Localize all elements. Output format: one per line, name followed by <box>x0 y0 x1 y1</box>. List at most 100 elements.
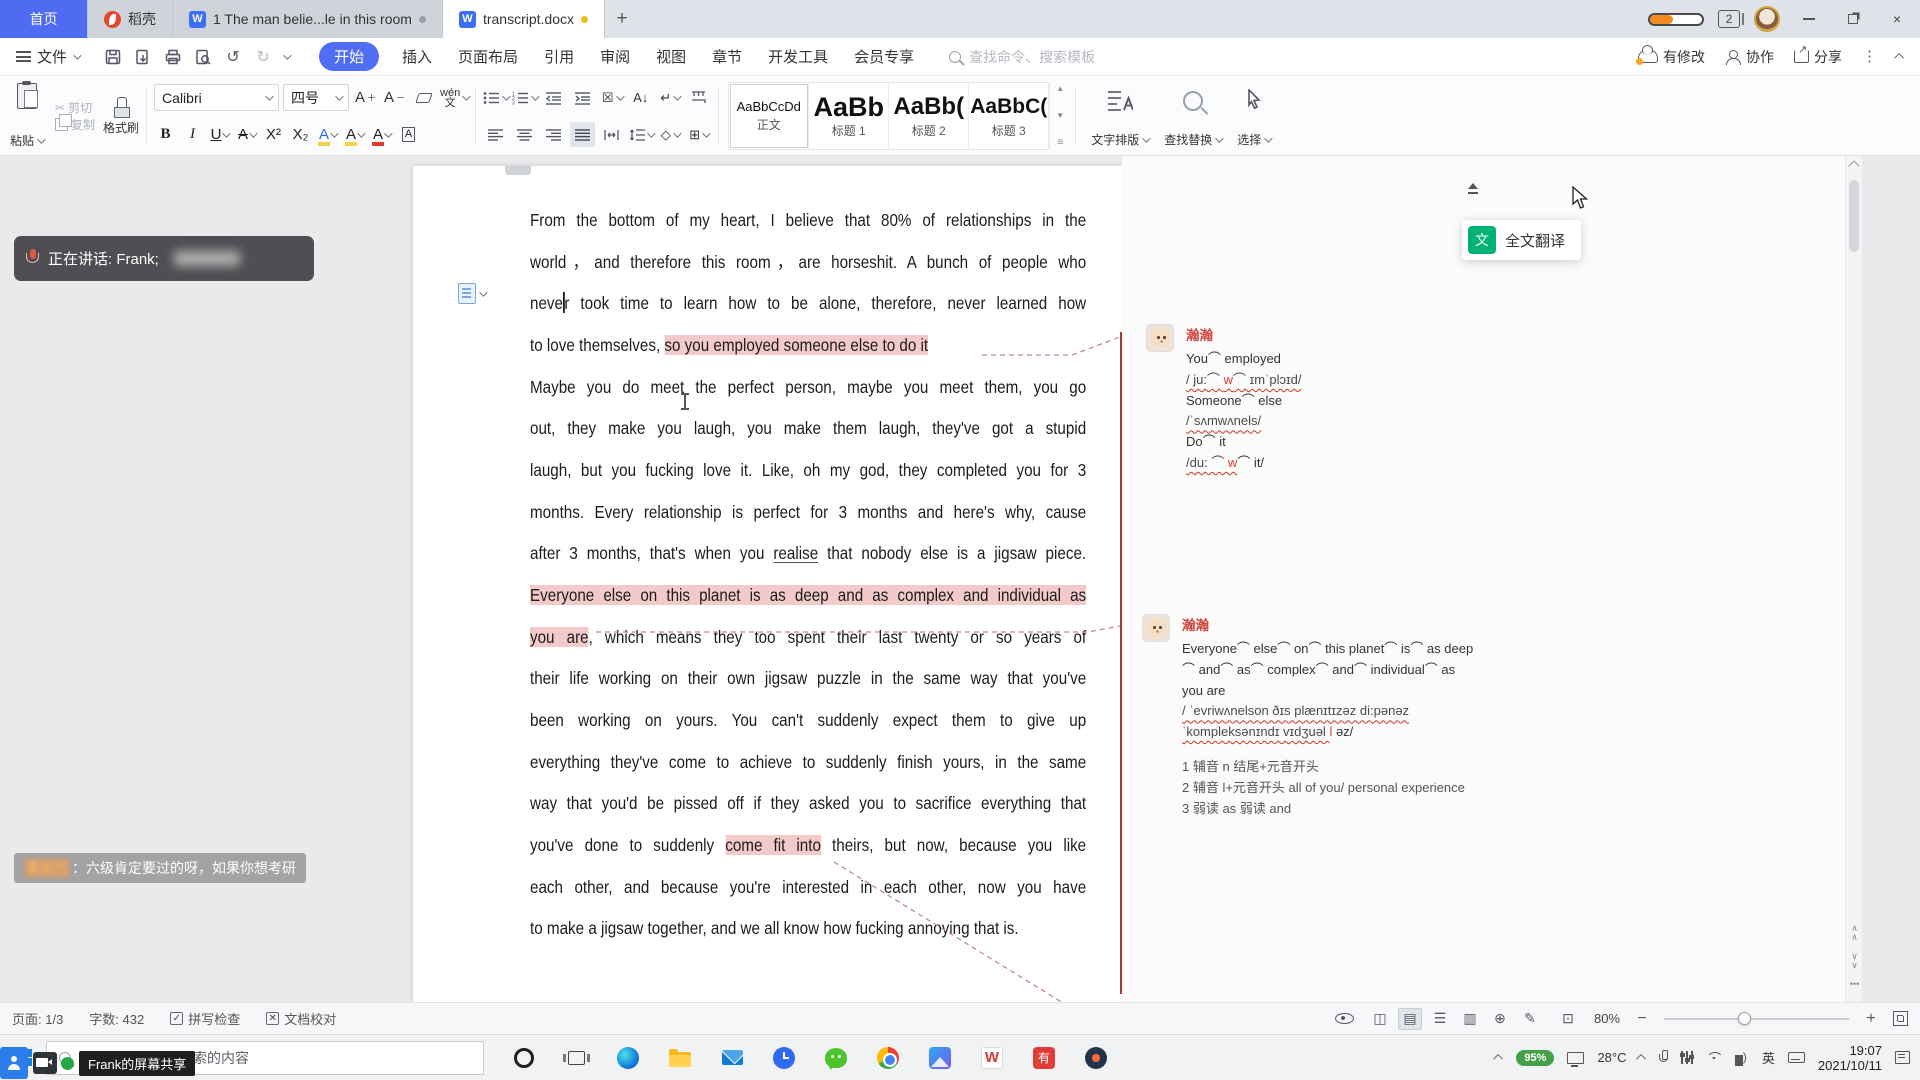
document-line[interactable]: each other, and because you're intereste… <box>530 867 1086 909</box>
taskbar-app-mail[interactable] <box>706 1035 758 1080</box>
pinyin-guide-button[interactable]: wén文 <box>440 85 468 110</box>
battery-indicator[interactable]: 95% <box>1516 1050 1554 1066</box>
outline-view-icon[interactable]: ☰ <box>1428 1008 1452 1030</box>
document-line[interactable]: Maybe you do meet the perfect person, ma… <box>530 367 1086 409</box>
decrease-indent-button[interactable] <box>541 85 566 110</box>
style-scroll-down-icon[interactable]: ▼ <box>1056 111 1064 120</box>
bullet-list-button[interactable] <box>483 85 508 110</box>
taskbar-app-edge[interactable] <box>602 1035 654 1080</box>
undo-icon[interactable]: ↺ <box>223 47 243 67</box>
taskbar-app-file-explorer[interactable] <box>654 1035 706 1080</box>
print-icon[interactable] <box>163 47 183 67</box>
command-search[interactable]: 查找命令、搜索模板 <box>949 47 1095 67</box>
select-tool[interactable]: 选择 <box>1229 81 1278 151</box>
collapse-ribbon-icon[interactable] <box>1894 53 1904 63</box>
scroll-up-icon[interactable] <box>1848 160 1859 171</box>
tab-doc-3[interactable]: Wtranscript.docx <box>443 0 605 38</box>
toolbox-view-icon[interactable]: ⊕ <box>1488 1008 1512 1030</box>
audio-mixer-icon[interactable] <box>1681 1051 1692 1065</box>
tray-expand-icon[interactable] <box>1494 1054 1504 1064</box>
document-line[interactable]: From the bottom of my heart, I believe t… <box>530 200 1086 242</box>
asian-layout-button[interactable]: ☒ <box>599 85 624 110</box>
tab-home-0[interactable]: 首页 <box>0 0 88 38</box>
shading-button[interactable]: ◇ <box>657 122 682 147</box>
taskbar-app-task-view[interactable] <box>550 1035 602 1080</box>
character-border-button[interactable]: A <box>397 123 420 147</box>
align-justify-button[interactable] <box>570 122 595 147</box>
previous-page-button[interactable]: ∧∧ <box>1849 924 1860 942</box>
tab-doc-2[interactable]: W1 The man belie...le in this room <box>173 0 443 38</box>
font-color-button[interactable]: A <box>370 123 393 147</box>
taskbar-app-gallery[interactable] <box>914 1035 966 1080</box>
format-painter-button[interactable]: 格式刷 <box>103 95 139 138</box>
italic-button[interactable]: I <box>181 123 204 147</box>
document-text[interactable]: From the bottom of my heart, I believe t… <box>530 200 1086 950</box>
document-line[interactable]: their life working on their own jigsaw p… <box>530 658 1086 700</box>
annotate-view-icon[interactable]: ✎ <box>1518 1008 1542 1030</box>
menu-tab-审阅[interactable]: 审阅 <box>600 46 630 67</box>
taskbar-app-red-app[interactable]: 有 <box>1018 1035 1070 1080</box>
minimize-button[interactable] <box>1794 6 1824 32</box>
read-mode-icon[interactable]: ◫ <box>1368 1008 1392 1030</box>
text-effects-button[interactable]: A <box>316 123 339 147</box>
sort-button[interactable]: A↓ <box>628 85 653 110</box>
style-正文[interactable]: AaBbCcDd正文 <box>729 83 809 149</box>
proofread-toggle[interactable]: ✕文档校对 <box>266 1009 336 1028</box>
file-menu-button[interactable]: 文件 <box>10 46 85 67</box>
fullscreen-icon[interactable] <box>1893 1011 1908 1026</box>
document-line[interactable]: world，and therefore this room，are horses… <box>530 242 1086 284</box>
show-marks-button[interactable]: ↵ <box>657 85 682 110</box>
clear-format-button[interactable] <box>411 85 436 110</box>
temperature-widget[interactable]: 28°C <box>1597 1050 1626 1065</box>
comment-card-2[interactable]: 瀚瀚Everyone⌒ else⌒ on⌒ this planet⌒ is⌒ a… <box>1142 614 1472 819</box>
align-left-button[interactable] <box>483 122 508 147</box>
paste-button[interactable]: 粘贴 <box>6 81 47 151</box>
share-button[interactable]: 分享 <box>1794 47 1842 67</box>
menu-tab-会员专享[interactable]: 会员专享 <box>854 46 914 67</box>
document-line[interactable]: out, they make you laugh, you make them … <box>530 408 1086 450</box>
close-button[interactable]: × <box>1882 6 1912 32</box>
style-more-icon[interactable]: ≡ <box>1057 137 1063 148</box>
align-center-button[interactable] <box>512 122 537 147</box>
window-count-badge[interactable]: 2 <box>1718 10 1740 28</box>
restore-button[interactable] <box>1838 6 1868 32</box>
style-scroll-up-icon[interactable]: ▲ <box>1056 84 1064 93</box>
decrease-font-button[interactable]: A－ <box>382 85 407 110</box>
cast-tv-icon[interactable] <box>1567 1052 1584 1064</box>
scrollbar-thumb[interactable] <box>1849 180 1859 252</box>
font-size-select[interactable]: 四号 <box>283 84 349 111</box>
export-icon[interactable] <box>133 47 153 67</box>
redo-icon[interactable]: ↻ <box>253 47 273 67</box>
touch-keyboard-icon[interactable] <box>1788 1052 1805 1063</box>
menu-tab-章节[interactable]: 章节 <box>712 46 742 67</box>
menu-tab-引用[interactable]: 引用 <box>544 46 574 67</box>
strikethrough-button[interactable]: A <box>235 123 258 147</box>
page-indicator[interactable]: 页面: 1/3 <box>12 1009 63 1028</box>
next-page-button[interactable]: ∨∨ <box>1849 952 1860 970</box>
numbered-list-button[interactable]: 123 <box>512 85 537 110</box>
document-line[interactable]: months. Every relationship is perfect fo… <box>530 492 1086 534</box>
account-avatar[interactable] <box>1754 6 1780 32</box>
word-count[interactable]: 字数: 432 <box>89 1009 144 1028</box>
taskbar-app-clock-app[interactable] <box>758 1035 810 1080</box>
document-line[interactable]: you are, which means they too spent thei… <box>530 617 1086 659</box>
new-tab-button[interactable]: + <box>605 0 639 38</box>
tab-docer-1[interactable]: 稻壳 <box>88 0 173 38</box>
document-line[interactable]: laugh, but you fucking love it. Like, oh… <box>530 450 1086 492</box>
document-line[interactable]: to make a jigsaw together, and we all kn… <box>530 908 1086 950</box>
document-line[interactable]: Everyone else on this planet is as deep … <box>530 575 1086 617</box>
camera-icon[interactable] <box>33 1052 57 1074</box>
eye-protect-icon[interactable] <box>1335 1013 1354 1024</box>
increase-indent-button[interactable] <box>570 85 595 110</box>
taskbar-app-screen-recorder[interactable] <box>1070 1035 1122 1080</box>
taskbar-app-opera[interactable] <box>498 1035 550 1080</box>
vertical-scrollbar[interactable]: ∧∧ ∨∨ ••• <box>1845 156 1862 1002</box>
zoom-slider[interactable] <box>1664 1018 1849 1020</box>
wifi-icon[interactable] <box>1706 1052 1722 1064</box>
zoom-in-button[interactable]: + <box>1863 1010 1879 1028</box>
tab-stops-button[interactable] <box>686 85 711 110</box>
collaborate-button[interactable]: 协作 <box>1725 47 1774 67</box>
full-text-translate-button[interactable]: 文 全文翻译 <box>1462 220 1581 260</box>
menu-tab-开始[interactable]: 开始 <box>319 42 379 71</box>
menu-tab-视图[interactable]: 视图 <box>656 46 686 67</box>
